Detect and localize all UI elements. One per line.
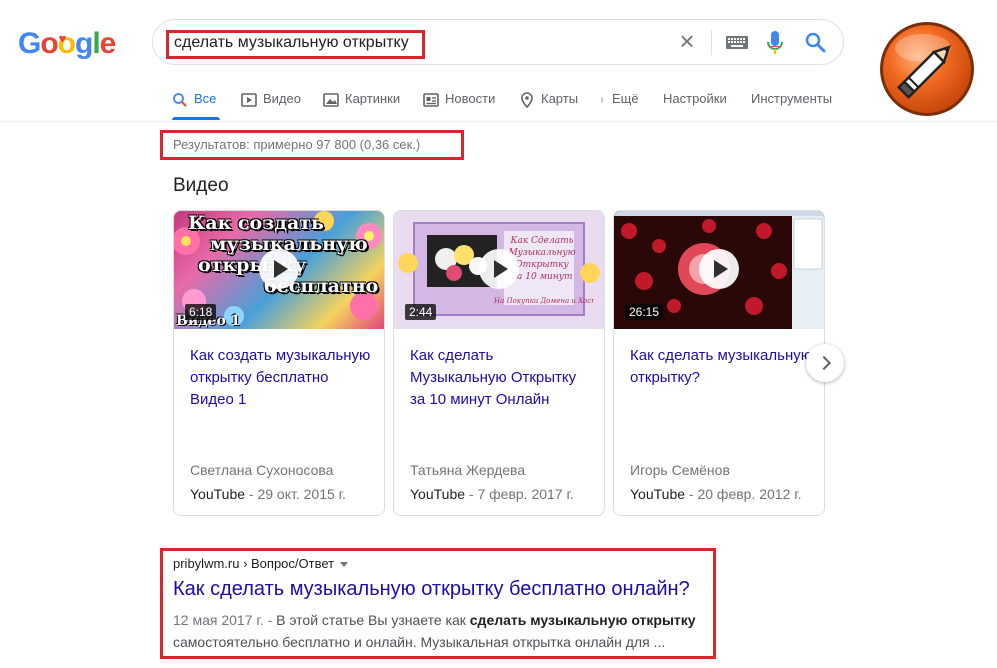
- clear-search-button[interactable]: ×: [676, 28, 698, 54]
- tab-maps[interactable]: Карты: [519, 91, 578, 121]
- news-icon: [423, 93, 439, 107]
- tab-label: Настройки: [663, 91, 727, 106]
- video-platform: YouTube: [630, 486, 686, 502]
- tab-video[interactable]: Видео: [241, 91, 301, 121]
- tab-images[interactable]: Картинки: [323, 91, 400, 121]
- video-title-link[interactable]: Как сделать музыкальную открытку?: [630, 345, 814, 389]
- header-divider: [0, 121, 997, 122]
- tab-settings[interactable]: Настройки: [663, 91, 727, 121]
- video-card[interactable]: Как создать музыкальную открытку бесплат…: [173, 210, 385, 516]
- video-source: YouTube - 20 февр. 2012 г.: [630, 486, 802, 502]
- tab-label: Картинки: [345, 91, 401, 106]
- more-vert-icon: [601, 97, 603, 103]
- video-date: - 7 февр. 2017 г.: [465, 486, 574, 502]
- keyboard-icon[interactable]: [726, 36, 748, 49]
- microphone-icon[interactable]: [765, 30, 785, 56]
- tab-label: Все: [194, 91, 217, 106]
- snippet-highlight: сделать музыкальную открытку: [469, 612, 696, 628]
- video-card[interactable]: 26:15 Как сделать музыкальную открытку? …: [613, 210, 825, 516]
- video-platform: YouTube: [190, 486, 246, 502]
- video-thumbnail[interactable]: Как создать музыкальную открытку бесплат…: [174, 211, 384, 329]
- result-breadcrumb-text: pribylwm.ru › Вопрос/Ответ: [173, 556, 335, 571]
- video-title-link[interactable]: Как создать музыкальную открытку бесплат…: [190, 345, 374, 411]
- video-source: YouTube - 7 февр. 2017 г.: [410, 486, 574, 502]
- google-logo[interactable]: Goo ♥ gle: [18, 27, 116, 61]
- chevron-down-icon[interactable]: [340, 562, 349, 568]
- tab-label: Видео: [263, 91, 301, 106]
- video-title-link[interactable]: Как сделать Музыкальную Открытку за 10 м…: [410, 345, 594, 411]
- video-duration: 26:15: [625, 304, 664, 320]
- video-source: YouTube - 29 окт. 2015 г.: [190, 486, 346, 502]
- image-icon: [323, 93, 339, 107]
- play-button[interactable]: [259, 249, 299, 289]
- video-card[interactable]: Как Сделать Музыкальную Открытку За 10 м…: [393, 210, 605, 516]
- video-date: - 20 февр. 2012 г.: [685, 486, 802, 502]
- pencil-edit-icon: [880, 22, 974, 116]
- tab-news[interactable]: Новости: [423, 91, 495, 121]
- tab-label: Инструменты: [751, 91, 833, 106]
- video-author: Татьяна Жердева: [410, 462, 526, 478]
- snippet-text: В этой статье Вы узнаете как: [276, 612, 470, 628]
- house-icon: ♥: [58, 31, 67, 46]
- snippet-text: самостоятельно бесплатно и онлайн. Музык…: [173, 634, 666, 650]
- result-stats: Результатов: примерно 97 800 (0,36 сек.): [173, 137, 421, 152]
- thumbnail-text: Музыкальную: [508, 248, 576, 258]
- result-breadcrumb[interactable]: pribylwm.ru › Вопрос/Ответ: [173, 556, 349, 571]
- tab-label: Карты: [541, 91, 579, 106]
- video-platform: YouTube: [410, 486, 466, 502]
- tab-more[interactable]: Ещё: [601, 91, 639, 121]
- thumbnail-text: Как Сделать: [510, 236, 574, 246]
- video-thumbnail[interactable]: 26:15: [614, 211, 824, 329]
- video-icon: [241, 93, 257, 107]
- divider: [711, 30, 712, 55]
- result-title-link[interactable]: Как сделать музыкальную открытку бесплат…: [173, 578, 690, 601]
- video-author: Светлана Сухоносова: [190, 462, 334, 478]
- thumbnail-text: На Покупки Домена и Хостинга!!!: [494, 297, 594, 305]
- video-section-heading: Видео: [173, 175, 229, 196]
- play-button[interactable]: [699, 249, 739, 289]
- active-tab-indicator: [172, 117, 220, 120]
- thumbnail-text: Как создать: [188, 212, 324, 234]
- map-pin-icon: [521, 92, 533, 108]
- tab-label: Новости: [445, 91, 496, 106]
- search-icon[interactable]: [804, 31, 826, 53]
- video-date: - 29 окт. 2015 г.: [245, 486, 346, 502]
- tab-tools[interactable]: Инструменты: [751, 91, 832, 121]
- video-thumbnail[interactable]: Как Сделать Музыкальную Открытку За 10 м…: [394, 211, 604, 329]
- search-input[interactable]: сделать музыкальную открытку: [174, 34, 409, 52]
- video-duration: 6:18: [185, 304, 217, 320]
- video-duration: 2:44: [405, 304, 437, 320]
- video-author: Игорь Семёнов: [630, 462, 730, 478]
- carousel-next-button[interactable]: [806, 344, 844, 382]
- result-date: 12 мая 2017 г. -: [173, 612, 277, 628]
- search-icon: [173, 93, 187, 107]
- result-snippet: 12 мая 2017 г. - В этой статье Вы узнает…: [173, 609, 713, 653]
- play-button[interactable]: [479, 249, 519, 289]
- tab-label: Ещё: [612, 91, 639, 106]
